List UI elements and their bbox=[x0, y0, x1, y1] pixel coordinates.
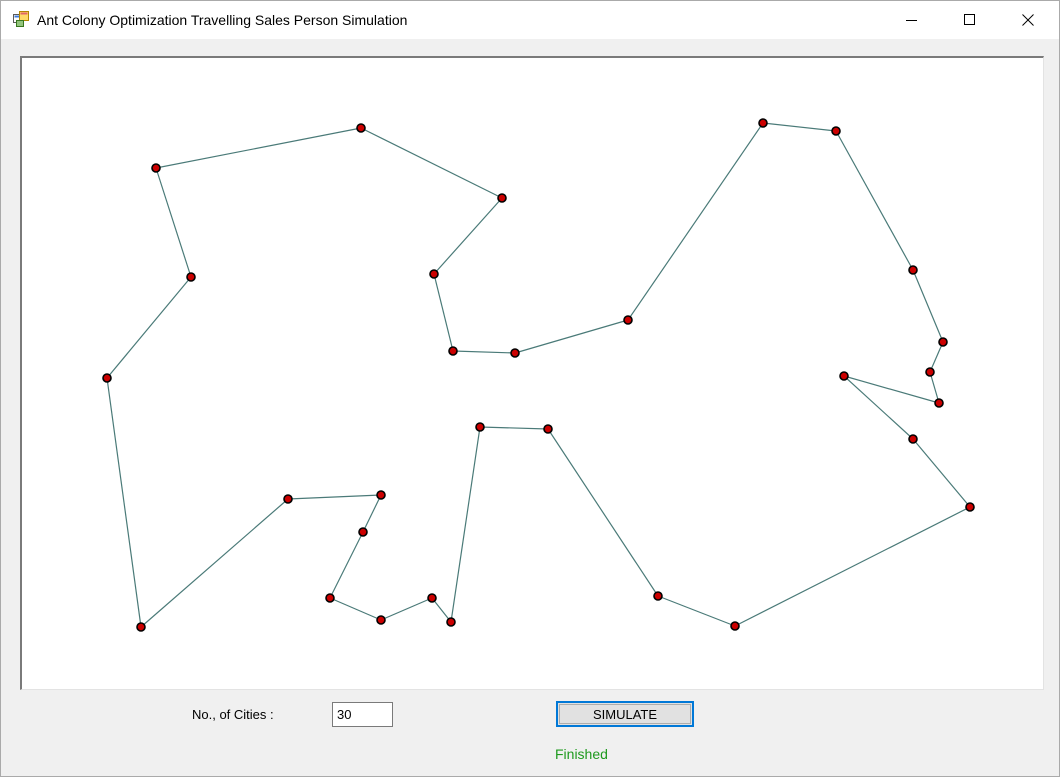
tsp-canvas bbox=[20, 56, 1044, 690]
route-edge bbox=[433, 197, 503, 275]
city-node bbox=[510, 348, 520, 358]
city-nodes bbox=[102, 118, 975, 632]
city-node bbox=[448, 346, 458, 356]
route-edge bbox=[380, 597, 433, 621]
simulate-button[interactable]: SIMULATE bbox=[556, 701, 694, 727]
city-node bbox=[758, 118, 768, 128]
route-edge bbox=[657, 595, 736, 627]
close-button[interactable] bbox=[999, 1, 1057, 39]
city-node bbox=[497, 193, 507, 203]
city-node bbox=[623, 315, 633, 325]
city-node bbox=[831, 126, 841, 136]
route-edge bbox=[627, 122, 764, 321]
city-node bbox=[938, 337, 948, 347]
city-node bbox=[965, 502, 975, 512]
route-edge bbox=[360, 127, 503, 199]
city-node bbox=[934, 398, 944, 408]
city-node bbox=[925, 367, 935, 377]
route-edge bbox=[362, 494, 382, 533]
route-edge bbox=[762, 122, 837, 132]
status-text: Finished bbox=[555, 746, 608, 762]
route-edge bbox=[835, 130, 914, 271]
tsp-route-plot bbox=[102, 118, 975, 632]
city-node bbox=[446, 617, 456, 627]
route-edge bbox=[106, 276, 192, 379]
maximize-icon bbox=[964, 14, 975, 25]
city-node bbox=[429, 269, 439, 279]
route-edge bbox=[140, 498, 289, 628]
route-edge bbox=[734, 506, 971, 627]
maximize-button[interactable] bbox=[941, 1, 999, 39]
close-icon bbox=[1022, 14, 1034, 26]
route-edge bbox=[450, 426, 481, 623]
route-edge bbox=[155, 127, 362, 169]
minimize-icon bbox=[906, 20, 917, 21]
route-edge bbox=[547, 428, 659, 597]
route-edge bbox=[514, 319, 629, 354]
city-node bbox=[102, 373, 112, 383]
city-node bbox=[730, 621, 740, 631]
window-title: Ant Colony Optimization Travelling Sales… bbox=[37, 12, 408, 28]
route-edge bbox=[329, 531, 364, 599]
minimize-button[interactable] bbox=[883, 1, 941, 39]
route-edge bbox=[106, 377, 142, 628]
route-edge bbox=[452, 350, 516, 354]
city-node bbox=[283, 494, 293, 504]
route-edge bbox=[329, 597, 382, 621]
city-node bbox=[136, 622, 146, 632]
city-node bbox=[356, 123, 366, 133]
route-edge bbox=[479, 426, 549, 430]
windows-forms-app-icon bbox=[13, 11, 29, 27]
route-edge bbox=[929, 341, 944, 373]
route-edge bbox=[287, 494, 382, 500]
city-node bbox=[186, 272, 196, 282]
route-edge bbox=[912, 269, 944, 343]
cities-count-input[interactable] bbox=[332, 702, 393, 727]
app-window: Ant Colony Optimization Travelling Sales… bbox=[0, 0, 1060, 777]
city-node bbox=[358, 527, 368, 537]
city-node bbox=[151, 163, 161, 173]
cities-label: No., of Cities : bbox=[192, 707, 274, 722]
route-edge bbox=[912, 438, 971, 508]
city-node bbox=[908, 265, 918, 275]
city-node bbox=[427, 593, 437, 603]
city-node bbox=[653, 591, 663, 601]
city-node bbox=[543, 424, 553, 434]
simulate-button-label: SIMULATE bbox=[559, 704, 691, 724]
city-node bbox=[376, 490, 386, 500]
city-node bbox=[475, 422, 485, 432]
route-edge bbox=[929, 371, 940, 404]
title-bar[interactable]: Ant Colony Optimization Travelling Sales… bbox=[1, 1, 1059, 39]
city-node bbox=[325, 593, 335, 603]
route-edge bbox=[155, 167, 192, 278]
route-edge bbox=[433, 273, 454, 352]
city-node bbox=[839, 371, 849, 381]
city-node bbox=[908, 434, 918, 444]
city-node bbox=[376, 615, 386, 625]
